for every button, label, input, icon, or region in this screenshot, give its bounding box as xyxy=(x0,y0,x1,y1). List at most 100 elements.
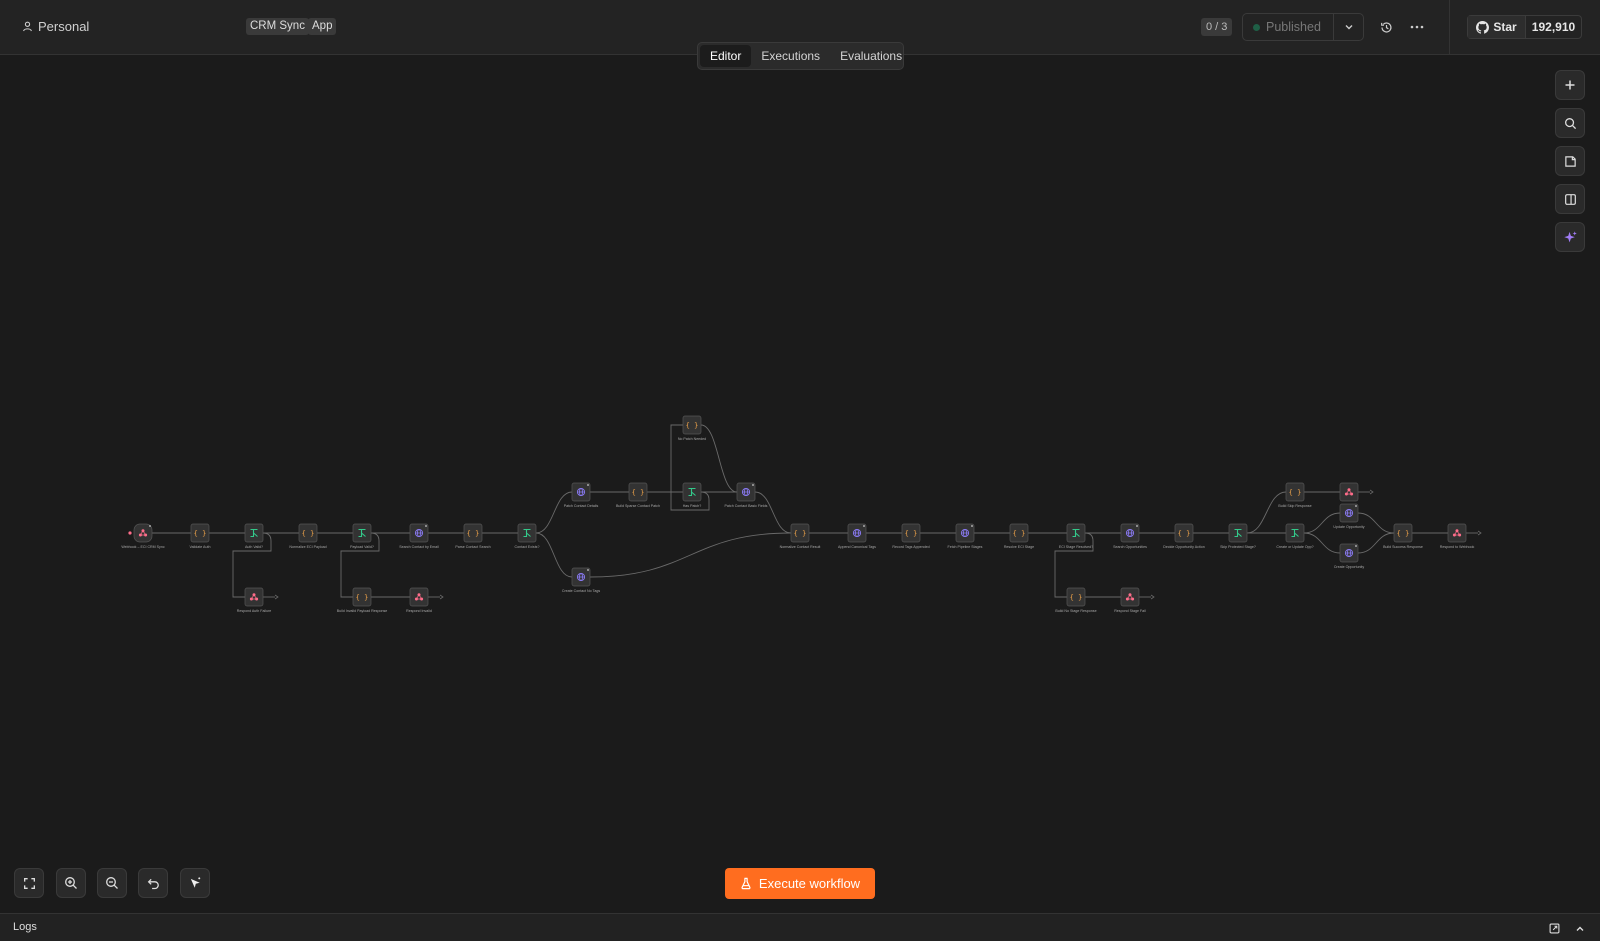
node-label: Skip Protected Stage? xyxy=(1220,545,1256,549)
history-button[interactable] xyxy=(1376,17,1396,37)
panel-icon xyxy=(1564,193,1576,205)
connection-line xyxy=(1303,532,1341,554)
workflow-node[interactable]: Search Contact by Email xyxy=(399,523,439,549)
workflow-node[interactable]: Create Opportunity xyxy=(1334,543,1365,569)
node-label: Normalize Contact Result xyxy=(780,545,821,549)
workflow-node[interactable]: { } Validate Auth xyxy=(190,523,211,549)
node-label: Patch Contact Details xyxy=(564,504,599,508)
node-label: Patch Contact Basic Fields xyxy=(725,504,768,508)
sparkle-icon xyxy=(1563,230,1577,242)
publish-control: Published xyxy=(1242,13,1364,41)
workflow-node[interactable]: Fetch Pipeline Stages xyxy=(948,523,983,549)
more-options-button[interactable] xyxy=(1407,17,1427,37)
node-body[interactable] xyxy=(1120,587,1140,607)
workflow-node[interactable]: Create or Update Opp? xyxy=(1276,523,1314,549)
add-node-button[interactable] xyxy=(1555,70,1585,100)
workflow-node[interactable]: { } Normalize ECI Payload xyxy=(289,523,327,549)
node-body[interactable] xyxy=(244,587,264,607)
github-star-widget[interactable]: Star 192,910 xyxy=(1467,15,1582,39)
logs-panel[interactable]: Logs xyxy=(0,913,1600,941)
node-label: Build No Stage Response xyxy=(1055,609,1096,613)
workflow-node[interactable]: { } Decide Opportunity Action xyxy=(1163,523,1205,549)
fit-view-button[interactable] xyxy=(14,868,44,898)
code-icon: { } xyxy=(1013,530,1026,538)
workflow-node[interactable]: Contact Exists? xyxy=(515,523,540,549)
node-label: Create Opportunity xyxy=(1334,565,1365,569)
workflow-node[interactable]: { } Build No Stage Response xyxy=(1055,587,1097,613)
workflow-node[interactable]: { } No Patch Needed xyxy=(678,415,706,441)
history-icon xyxy=(1380,21,1392,33)
node-label: Decide Opportunity Action xyxy=(1163,545,1205,549)
node-label: Build Invalid Payload Response xyxy=(337,609,388,613)
pop-out-icon[interactable] xyxy=(1549,923,1560,934)
chevron-up-icon[interactable] xyxy=(1575,924,1585,934)
maximize-icon xyxy=(23,877,35,889)
execute-workflow-button[interactable]: Execute workflow xyxy=(725,868,875,899)
node-label: Payload Valid? xyxy=(350,545,374,549)
github-icon xyxy=(1476,20,1490,34)
workflow-node[interactable] xyxy=(1339,482,1359,502)
toggle-panel-button[interactable] xyxy=(1555,184,1585,214)
node-body[interactable] xyxy=(1339,482,1359,502)
undo-button[interactable] xyxy=(138,868,168,898)
workflow-node[interactable]: Respond Auth Failure xyxy=(237,587,272,613)
workflow-node[interactable]: Respond Stage Fail xyxy=(1114,587,1146,613)
node-label: Create Contact No Tags xyxy=(562,589,600,593)
tag-app[interactable]: App xyxy=(308,18,337,35)
zoom-in-icon xyxy=(65,877,77,889)
workflow-node[interactable]: { } Resolve ECI Stage xyxy=(1004,523,1034,549)
workflow-node[interactable]: Patch Contact Details xyxy=(564,482,599,508)
node-label: Build Success Response xyxy=(1383,545,1423,549)
workflow-node[interactable]: Create Contact No Tags xyxy=(562,567,600,593)
workflow-node[interactable]: Respond to Webhook xyxy=(1440,523,1475,549)
connection-line xyxy=(1357,532,1395,554)
user-icon xyxy=(23,21,32,32)
node-label: Search Opportunities xyxy=(1113,545,1147,549)
workflow-node[interactable]: Append Canonical Tags xyxy=(838,523,876,549)
zoom-out-button[interactable] xyxy=(97,868,127,898)
workflow-node[interactable]: Respond Invalid xyxy=(406,587,432,613)
node-label: Respond Auth Failure xyxy=(237,609,272,613)
connection-line xyxy=(340,532,380,598)
workflow-node[interactable]: { } Build Sparse Contact Patch xyxy=(616,482,660,508)
node-body[interactable] xyxy=(409,587,429,607)
sticky-note-button[interactable] xyxy=(1555,146,1585,176)
publish-dropdown-button[interactable] xyxy=(1334,14,1363,40)
code-icon: { } xyxy=(686,422,699,430)
output-arrow xyxy=(1150,594,1155,600)
node-badge xyxy=(752,484,754,486)
workflow-node[interactable]: Payload Valid? xyxy=(350,523,374,549)
workflow-node[interactable]: { } Build Invalid Payload Response xyxy=(337,587,388,613)
code-icon: { } xyxy=(632,489,645,497)
node-body[interactable] xyxy=(1447,523,1467,543)
node-label: Normalize ECI Payload xyxy=(289,545,326,549)
workflow-node[interactable]: { } Normalize Contact Result xyxy=(780,523,821,549)
tidy-up-button[interactable] xyxy=(180,868,210,898)
workflow-node[interactable]: ECI Stage Resolved? xyxy=(1059,523,1093,549)
ai-assistant-button[interactable] xyxy=(1555,222,1585,252)
workflow-canvas[interactable]: Webhook – ECI CRM Sync { } Validate Auth Au… xyxy=(0,56,1600,912)
undo-icon xyxy=(147,878,159,889)
connection-line xyxy=(754,491,792,534)
workflow-node[interactable]: Has Patch? xyxy=(682,482,702,508)
workflow-node[interactable]: Update Opportunity xyxy=(1333,503,1365,529)
workflow-node[interactable]: Skip Protected Stage? xyxy=(1220,523,1256,549)
project-breadcrumb[interactable]: Personal xyxy=(22,19,89,34)
workflow-node[interactable]: { } Record Tags Appended xyxy=(892,523,930,549)
github-star-button[interactable]: Star xyxy=(1468,16,1526,38)
published-button[interactable]: Published xyxy=(1243,14,1334,40)
zoom-in-button[interactable] xyxy=(56,868,86,898)
workflow-node[interactable]: { } Build Skip Response xyxy=(1278,482,1312,508)
node-label: Build Skip Response xyxy=(1278,504,1311,508)
workflow-node[interactable]: { } Build Success Response xyxy=(1383,523,1423,549)
workflow-node[interactable]: { } Parse Contact Search xyxy=(455,523,491,549)
workflow-node[interactable]: Search Opportunities xyxy=(1113,523,1147,549)
github-star-label: Star xyxy=(1493,20,1517,34)
workflow-node[interactable]: Webhook – ECI CRM Sync xyxy=(121,523,165,549)
node-label: Webhook – ECI CRM Sync xyxy=(121,545,164,549)
connection-line xyxy=(1357,512,1395,534)
search-nodes-button[interactable] xyxy=(1555,108,1585,138)
workflow-node[interactable]: Patch Contact Basic Fields xyxy=(725,482,768,508)
workflow-node[interactable]: Auth Valid? xyxy=(244,523,264,549)
tag-crm-sync[interactable]: CRM Sync xyxy=(246,18,309,35)
